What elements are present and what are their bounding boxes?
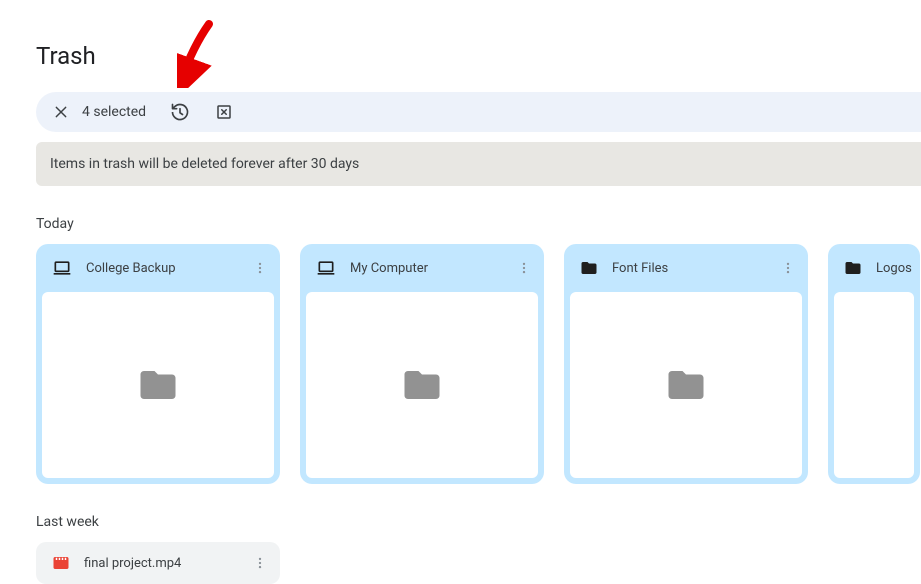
trash-item-row[interactable]: final project.mp4 — [36, 542, 280, 584]
card-preview — [306, 292, 538, 478]
folder-icon — [844, 259, 862, 277]
folder-icon — [133, 364, 183, 406]
selection-bar: 4 selected — [36, 92, 921, 132]
close-selection-button[interactable] — [46, 97, 76, 127]
more-vert-icon — [781, 261, 795, 275]
trash-item-card[interactable]: College Backup — [36, 244, 280, 484]
card-more-button[interactable] — [248, 256, 272, 280]
file-title: final project.mp4 — [84, 556, 234, 571]
file-more-button[interactable] — [248, 551, 272, 575]
trash-notice-text: Items in trash will be deleted forever a… — [50, 156, 359, 172]
card-more-button[interactable] — [776, 256, 800, 280]
trash-notice: Items in trash will be deleted forever a… — [36, 142, 921, 186]
card-header: College Backup — [36, 244, 280, 292]
laptop-icon — [52, 258, 72, 278]
card-header: Font Files — [564, 244, 808, 292]
laptop-icon — [316, 258, 336, 278]
delete-forever-icon — [215, 103, 233, 121]
card-preview — [834, 292, 914, 478]
card-more-button[interactable] — [512, 256, 536, 280]
trash-item-card[interactable]: Font Files — [564, 244, 808, 484]
restore-button[interactable] — [160, 92, 200, 132]
restore-icon — [170, 102, 190, 122]
card-title: My Computer — [350, 261, 498, 276]
today-items-row: College Backup My Computer Font Files — [0, 244, 921, 484]
card-header: My Computer — [300, 244, 544, 292]
delete-forever-button[interactable] — [204, 92, 244, 132]
selection-count-label: 4 selected — [82, 104, 146, 120]
trash-item-card[interactable]: Logos — [828, 244, 920, 484]
close-icon — [53, 104, 69, 120]
card-title: Logos — [876, 261, 912, 276]
more-vert-icon — [253, 261, 267, 275]
section-label-lastweek: Last week — [36, 514, 921, 530]
folder-icon — [661, 364, 711, 406]
page-title: Trash — [0, 0, 921, 70]
card-preview — [42, 292, 274, 478]
folder-icon — [397, 364, 447, 406]
card-header: Logos — [828, 244, 920, 292]
video-icon — [52, 554, 70, 572]
card-preview — [570, 292, 802, 478]
folder-icon — [580, 259, 598, 277]
more-vert-icon — [517, 261, 531, 275]
more-vert-icon — [253, 556, 267, 570]
trash-item-card[interactable]: My Computer — [300, 244, 544, 484]
card-title: College Backup — [86, 261, 234, 276]
section-label-today: Today — [36, 216, 921, 232]
card-title: Font Files — [612, 261, 762, 276]
